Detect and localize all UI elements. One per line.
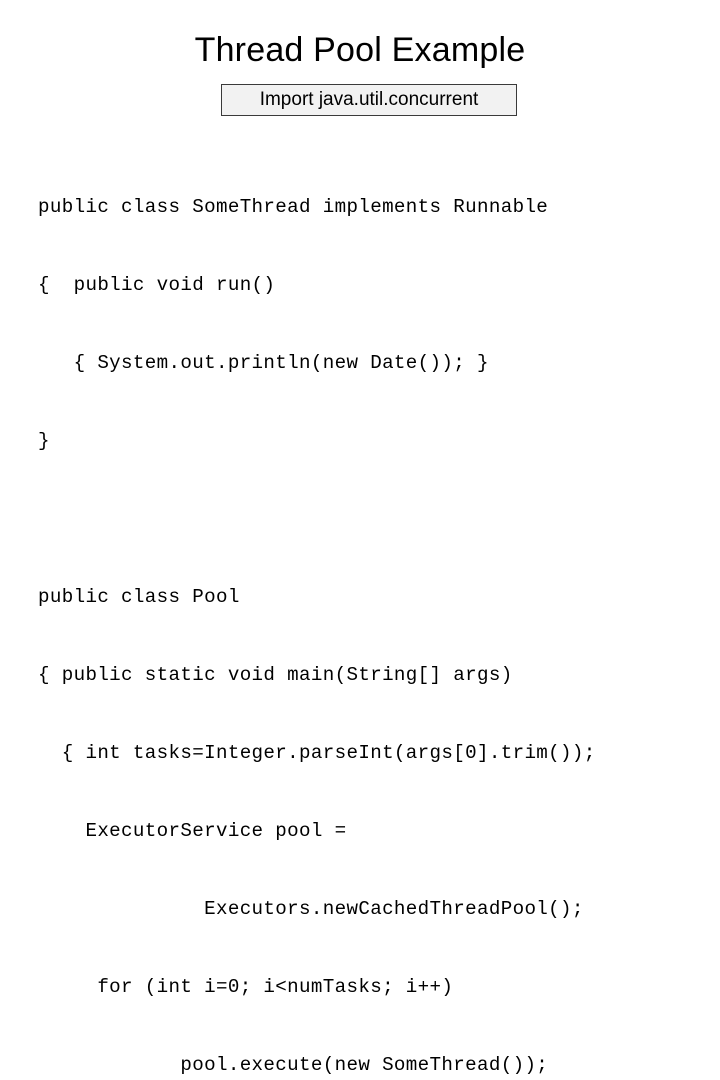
- code-area: public class SomeThread implements Runna…: [38, 142, 698, 1080]
- code-line: { int tasks=Integer.parseInt(args[0].tri…: [38, 742, 596, 764]
- code-block-some-thread: public class SomeThread implements Runna…: [38, 142, 698, 506]
- code-line: { System.out.println(new Date()); }: [38, 352, 489, 374]
- code-block-pool: public class Pool { public static void m…: [38, 532, 698, 1080]
- code-line: { public void run(): [38, 274, 276, 296]
- code-line: }: [38, 430, 50, 452]
- code-line: for (int i=0; i<numTasks; i++): [38, 976, 454, 998]
- code-line: pool.execute(new SomeThread());: [38, 1054, 549, 1076]
- code-line: Executors.newCachedThreadPool();: [38, 898, 584, 920]
- import-statement-box: Import java.util.concurrent: [221, 84, 517, 116]
- code-line: { public static void main(String[] args): [38, 664, 513, 686]
- page-title: Thread Pool Example: [194, 31, 526, 69]
- code-block-separator: [38, 506, 698, 532]
- import-statement-label: Import java.util.concurrent: [259, 89, 479, 110]
- code-line: public class Pool: [38, 586, 240, 608]
- code-line: ExecutorService pool =: [38, 820, 347, 842]
- slide-canvas: Thread Pool Example Import java.util.con…: [0, 0, 720, 1076]
- code-line: public class SomeThread implements Runna…: [38, 196, 549, 218]
